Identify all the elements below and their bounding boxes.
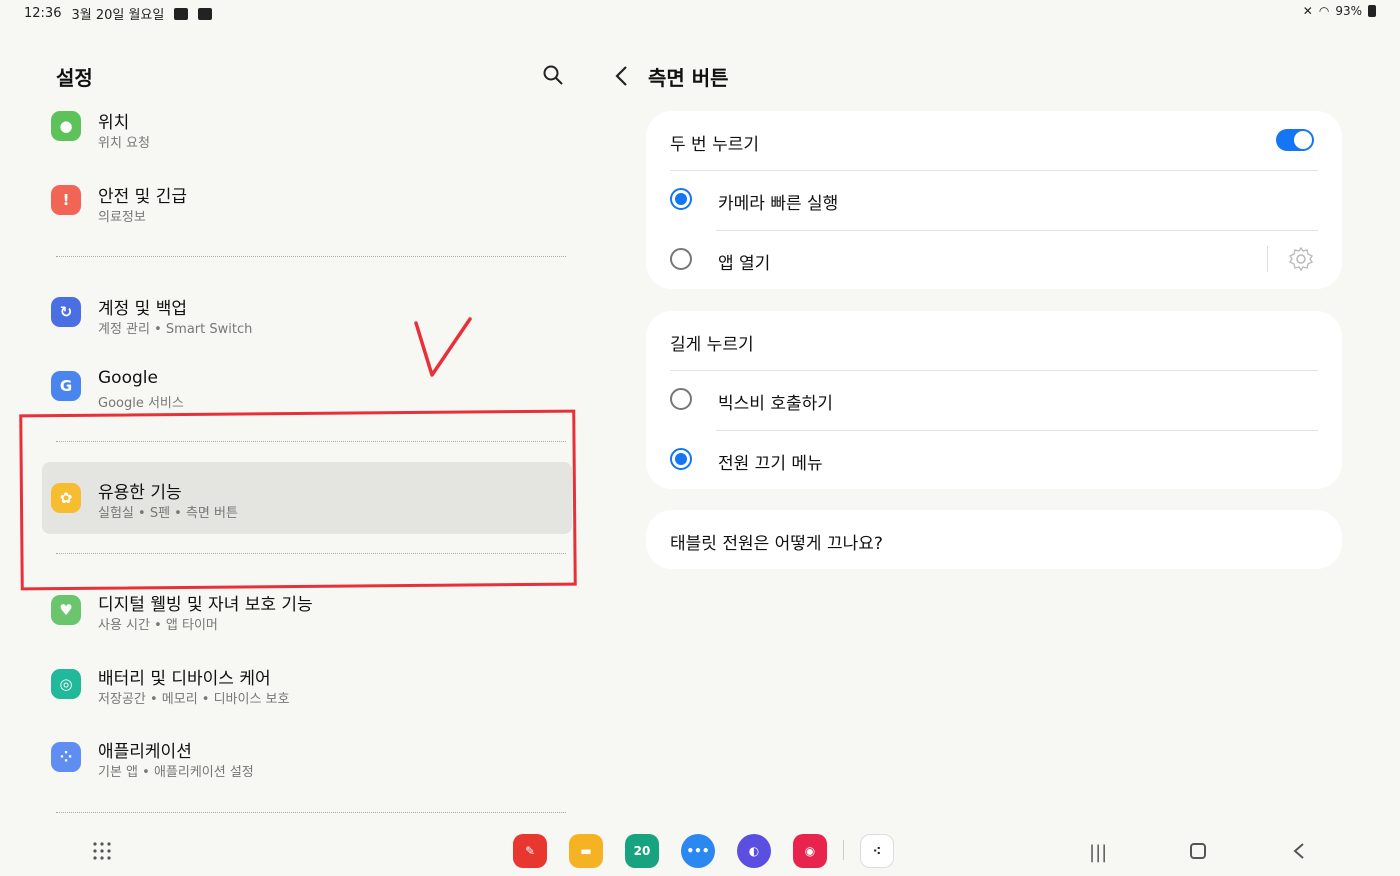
- files-app-icon[interactable]: ▬: [569, 834, 603, 868]
- search-icon[interactable]: [542, 64, 564, 86]
- settings-item-safety[interactable]: ! 안전 및 긴급 의료정보: [42, 176, 572, 242]
- help-link-label: 태블릿 전원은 어떻게 끄나요?: [670, 534, 883, 554]
- long-press-card: 길게 누르기 빅스비 호출하기 전원 끄기 메뉴: [646, 311, 1342, 489]
- item-title: 안전 및 긴급: [98, 187, 188, 207]
- annotation-highlight-box: [19, 409, 577, 591]
- settings-item-accounts[interactable]: ↻ 계정 및 백업 계정 관리 • Smart Switch: [42, 288, 572, 354]
- option-label: 카메라 빠른 실행: [718, 194, 839, 214]
- item-title: 계정 및 백업: [98, 299, 188, 319]
- option-bixby[interactable]: 빅스비 호출하기: [646, 370, 1342, 430]
- back-nav-icon[interactable]: [1292, 842, 1306, 860]
- page-title: 설정: [56, 66, 93, 90]
- radio-power-menu[interactable]: [670, 448, 692, 470]
- calendar-app-icon[interactable]: 20: [625, 834, 659, 868]
- help-link[interactable]: 태블릿 전원은 어떻게 끄나요?: [646, 510, 1342, 570]
- item-title: 배터리 및 디바이스 케어: [98, 669, 271, 689]
- item-title: 위치: [98, 113, 130, 133]
- option-label: 빅스비 호출하기: [718, 394, 833, 414]
- settings-item-location[interactable]: ● 위치 위치 요청: [42, 102, 572, 168]
- item-subtitle: 사용 시간 • 앱 타이머: [98, 618, 218, 633]
- double-press-toggle[interactable]: [1276, 129, 1314, 151]
- option-power-menu[interactable]: 전원 끄기 메뉴: [646, 430, 1342, 490]
- emergency-icon: !: [51, 185, 81, 215]
- divider: [56, 256, 566, 257]
- settings-item-digital-wellbeing[interactable]: ♥ 디지털 웰빙 및 자녀 보호 기능 사용 시간 • 앱 타이머: [42, 586, 572, 652]
- detail-title: 측면 버튼: [648, 66, 729, 90]
- battery-level: 93%: [1335, 4, 1362, 18]
- option-open-app[interactable]: 앱 열기: [646, 230, 1342, 290]
- gear-icon[interactable]: [1288, 246, 1314, 272]
- dock-divider: [843, 840, 844, 860]
- back-arrow-icon[interactable]: [612, 64, 632, 88]
- radio-open-app[interactable]: [670, 248, 692, 270]
- recents-nav-icon[interactable]: |||: [1089, 842, 1107, 863]
- item-title: 애플리케이션: [98, 742, 192, 762]
- apps-grid-icon: ⁘: [51, 742, 81, 772]
- option-label: 전원 끄기 메뉴: [718, 454, 823, 474]
- option-label: 앱 열기: [718, 254, 771, 274]
- item-subtitle: 의료정보: [98, 210, 146, 225]
- double-press-card: 두 번 누르기 카메라 빠른 실행 앱 열기: [646, 111, 1342, 289]
- home-nav-icon[interactable]: [1190, 843, 1206, 859]
- calendar-day: 20: [633, 844, 651, 858]
- item-subtitle: 위치 요청: [98, 136, 150, 151]
- camera-app-icon[interactable]: ◉: [793, 834, 827, 868]
- item-subtitle: 저장공간 • 메모리 • 디바이스 보호: [98, 692, 290, 707]
- divider: [1267, 246, 1268, 272]
- battery-icon: [1368, 5, 1376, 17]
- double-press-header[interactable]: 두 번 누르기: [646, 111, 1342, 171]
- item-title: Google: [98, 368, 158, 388]
- item-subtitle: Google 서비스: [98, 396, 184, 411]
- help-link-card[interactable]: 태블릿 전원은 어떻게 끄나요?: [646, 510, 1342, 569]
- sync-icon: ↻: [51, 297, 81, 327]
- location-pin-icon: ●: [51, 111, 81, 141]
- settings-item-battery-care[interactable]: ◎ 배터리 및 디바이스 케어 저장공간 • 메모리 • 디바이스 보호: [42, 660, 572, 726]
- recent-app-icon[interactable]: ⁖: [860, 834, 894, 868]
- item-title: 디지털 웰빙 및 자녀 보호 기능: [98, 595, 313, 615]
- item-subtitle: 기본 앱 • 애플리케이션 설정: [98, 765, 254, 780]
- messages-app-icon[interactable]: •••: [681, 834, 715, 868]
- item-subtitle: 계정 관리 • Smart Switch: [98, 322, 253, 337]
- long-press-header: 길게 누르기: [646, 311, 1342, 371]
- annotation-checkmark: [414, 317, 472, 377]
- internet-app-icon[interactable]: ◐: [737, 834, 771, 868]
- option-quick-camera[interactable]: 카메라 빠른 실행: [646, 170, 1342, 230]
- notes-app-icon[interactable]: ✎: [513, 834, 547, 868]
- wellbeing-icon: ♥: [51, 595, 81, 625]
- radio-bixby[interactable]: [670, 388, 692, 410]
- wifi-icon: ◠: [1318, 4, 1330, 18]
- google-icon: G: [51, 371, 81, 401]
- mute-icon: ✕: [1302, 4, 1313, 18]
- settings-item-applications[interactable]: ⁘ 애플리케이션 기본 앱 • 애플리케이션 설정: [42, 733, 572, 799]
- double-press-label: 두 번 누르기: [670, 135, 760, 155]
- app-drawer-icon[interactable]: [92, 841, 112, 861]
- radio-quick-camera[interactable]: [670, 188, 692, 210]
- long-press-label: 길게 누르기: [670, 335, 754, 355]
- device-care-icon: ◎: [51, 669, 81, 699]
- divider: [56, 812, 566, 813]
